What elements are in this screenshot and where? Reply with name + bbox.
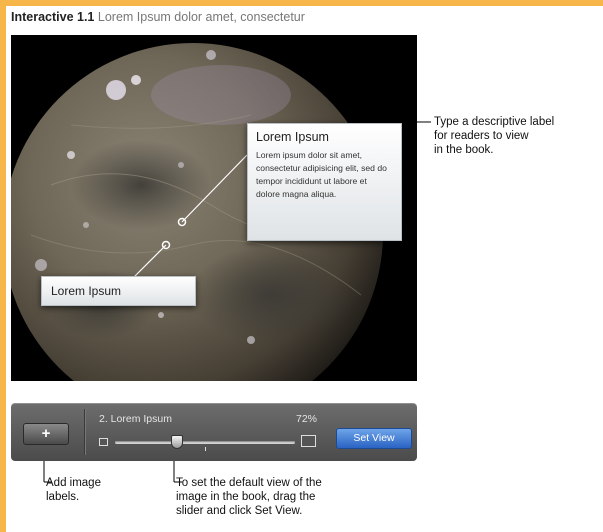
caption-text: Lorem Ipsum dolor amet, consectetur <box>97 10 305 24</box>
note-line: image in the book, drag the <box>176 491 316 503</box>
image-label-simple[interactable]: Lorem Ipsum <box>41 276 196 306</box>
image-label-detailed[interactable]: Lorem Ipsum Lorem ipsum dolor sit amet, … <box>247 123 402 241</box>
note-line: slider and click Set View. <box>176 505 303 517</box>
note-line: Type a descriptive label <box>434 116 555 128</box>
label-title: Lorem Ipsum <box>51 284 122 298</box>
zoom-slider-knob[interactable] <box>170 435 183 449</box>
note-line: for readers to view <box>434 130 529 142</box>
zoom-slider-track[interactable] <box>115 441 295 444</box>
moon-image[interactable]: Lorem Ipsum Lorem ipsum dolor sit amet, … <box>11 35 417 381</box>
view-title: 2. Lorem Ipsum <box>99 413 172 425</box>
label-callout-note: Type a descriptive label for readers to … <box>434 115 554 157</box>
zoom-percent: 72% <box>296 413 318 425</box>
note-line: in the book. <box>434 144 494 156</box>
set-view-button[interactable]: Set View <box>336 428 412 449</box>
view-callout-note: To set the default view of the image in … <box>176 476 322 518</box>
add-label-button[interactable]: + <box>23 423 69 445</box>
interactive-frame: Interactive 1.1 Lorem Ipsum dolor amet, … <box>6 6 603 532</box>
toolbar-divider <box>84 409 85 455</box>
zoom-in-image-icon[interactable] <box>301 435 316 447</box>
slider-tick <box>205 447 206 451</box>
image-toolbar: + 2. Lorem Ipsum 72% Set View <box>11 403 417 461</box>
note-line: labels. <box>46 491 80 503</box>
caption-label: Interactive 1.1 <box>11 10 95 24</box>
add-callout-note: Add image labels. <box>46 476 101 504</box>
label-body: Lorem ipsum dolor sit amet, consectetur … <box>256 150 387 199</box>
label-title: Lorem Ipsum <box>256 130 329 144</box>
note-line: To set the default view of the <box>176 477 322 489</box>
caption: Interactive 1.1 Lorem Ipsum dolor amet, … <box>11 10 305 24</box>
zoom-out-image-icon[interactable] <box>99 438 108 446</box>
note-line: Add image <box>46 477 101 489</box>
